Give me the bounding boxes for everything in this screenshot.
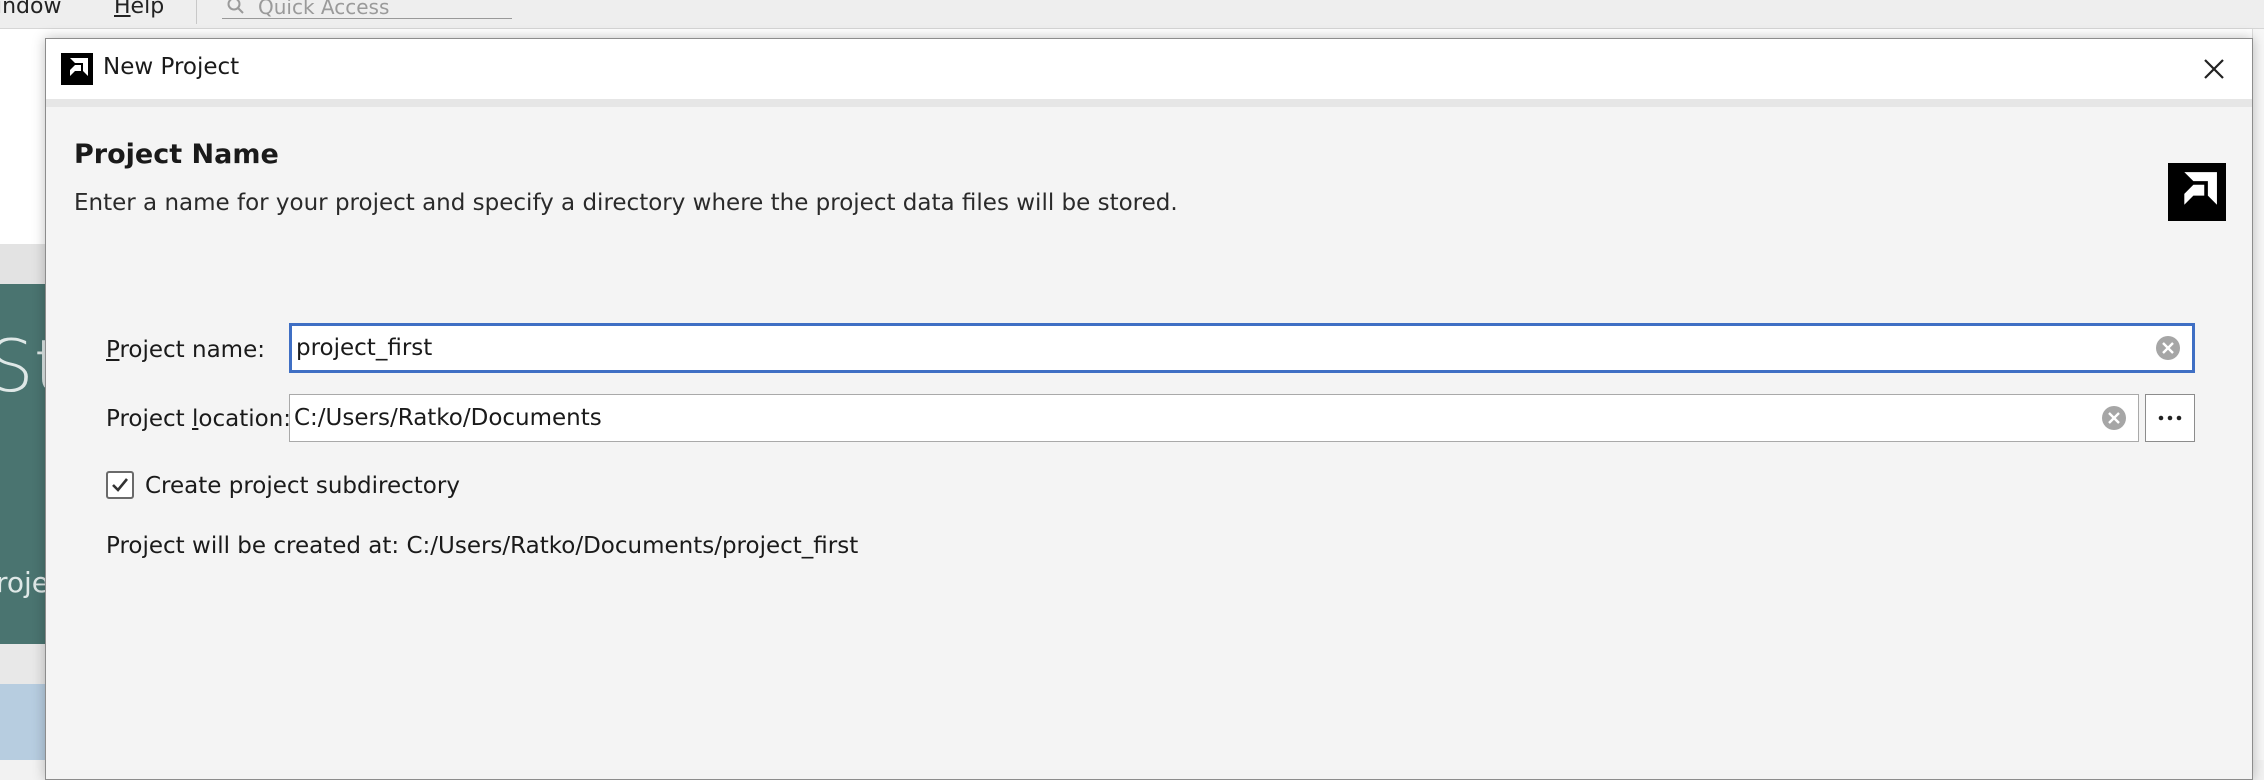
project-location-field[interactable]: [289, 394, 2139, 442]
checkmark-icon: [112, 478, 129, 492]
quick-access-placeholder: Quick Access: [258, 0, 390, 19]
menu-help[interactable]: Help: [114, 0, 164, 19]
create-subdirectory-label[interactable]: Create project subdirectory: [145, 473, 460, 499]
project-name-label: Project name:: [106, 337, 265, 363]
project-path-preview: Project will be created at: C:/Users/Rat…: [106, 533, 859, 559]
dialog-titlebar[interactable]: New Project: [46, 39, 2252, 99]
browse-location-button[interactable]: [2145, 394, 2195, 442]
titlebar-separator: [46, 99, 2252, 107]
quick-access-field[interactable]: Quick Access: [222, 0, 512, 19]
close-icon: [2204, 59, 2224, 79]
project-location-label: Project location:: [106, 406, 291, 432]
welcome-subtitle: roje: [0, 566, 50, 599]
page-description: Enter a name for your project and specif…: [74, 190, 1178, 216]
amd-logo-icon: [61, 53, 93, 85]
new-project-dialog: New Project Project Name Enter a name fo…: [45, 38, 2253, 780]
project-name-label-text: roject name:: [119, 337, 265, 363]
clear-circle-icon[interactable]: [2100, 404, 2128, 432]
menu-window[interactable]: indow: [0, 0, 61, 19]
search-icon: [227, 0, 244, 14]
project-name-mnemonic: P: [106, 337, 120, 363]
amd-logo-icon: [2168, 163, 2226, 221]
dialog-title: New Project: [103, 54, 240, 80]
menu-separator: [196, 0, 197, 24]
background-menubar: indow Help Quick Access: [0, 0, 2264, 29]
project-location-input[interactable]: [294, 395, 2082, 441]
menu-help-rest: elp: [130, 0, 165, 19]
menu-help-mnemonic: H: [114, 0, 131, 19]
ellipsis-icon: [2158, 415, 2182, 421]
page-title: Project Name: [74, 139, 279, 170]
project-name-field[interactable]: [289, 323, 2195, 373]
project-location-label-before: Project: [106, 406, 193, 432]
project-location-label-after: ocation:: [198, 406, 292, 432]
create-subdirectory-checkbox[interactable]: [106, 471, 134, 499]
close-button[interactable]: [2196, 51, 2232, 87]
clear-circle-icon[interactable]: [2154, 334, 2182, 362]
background-right-edge: [2252, 29, 2264, 760]
project-name-input[interactable]: [296, 326, 2136, 370]
